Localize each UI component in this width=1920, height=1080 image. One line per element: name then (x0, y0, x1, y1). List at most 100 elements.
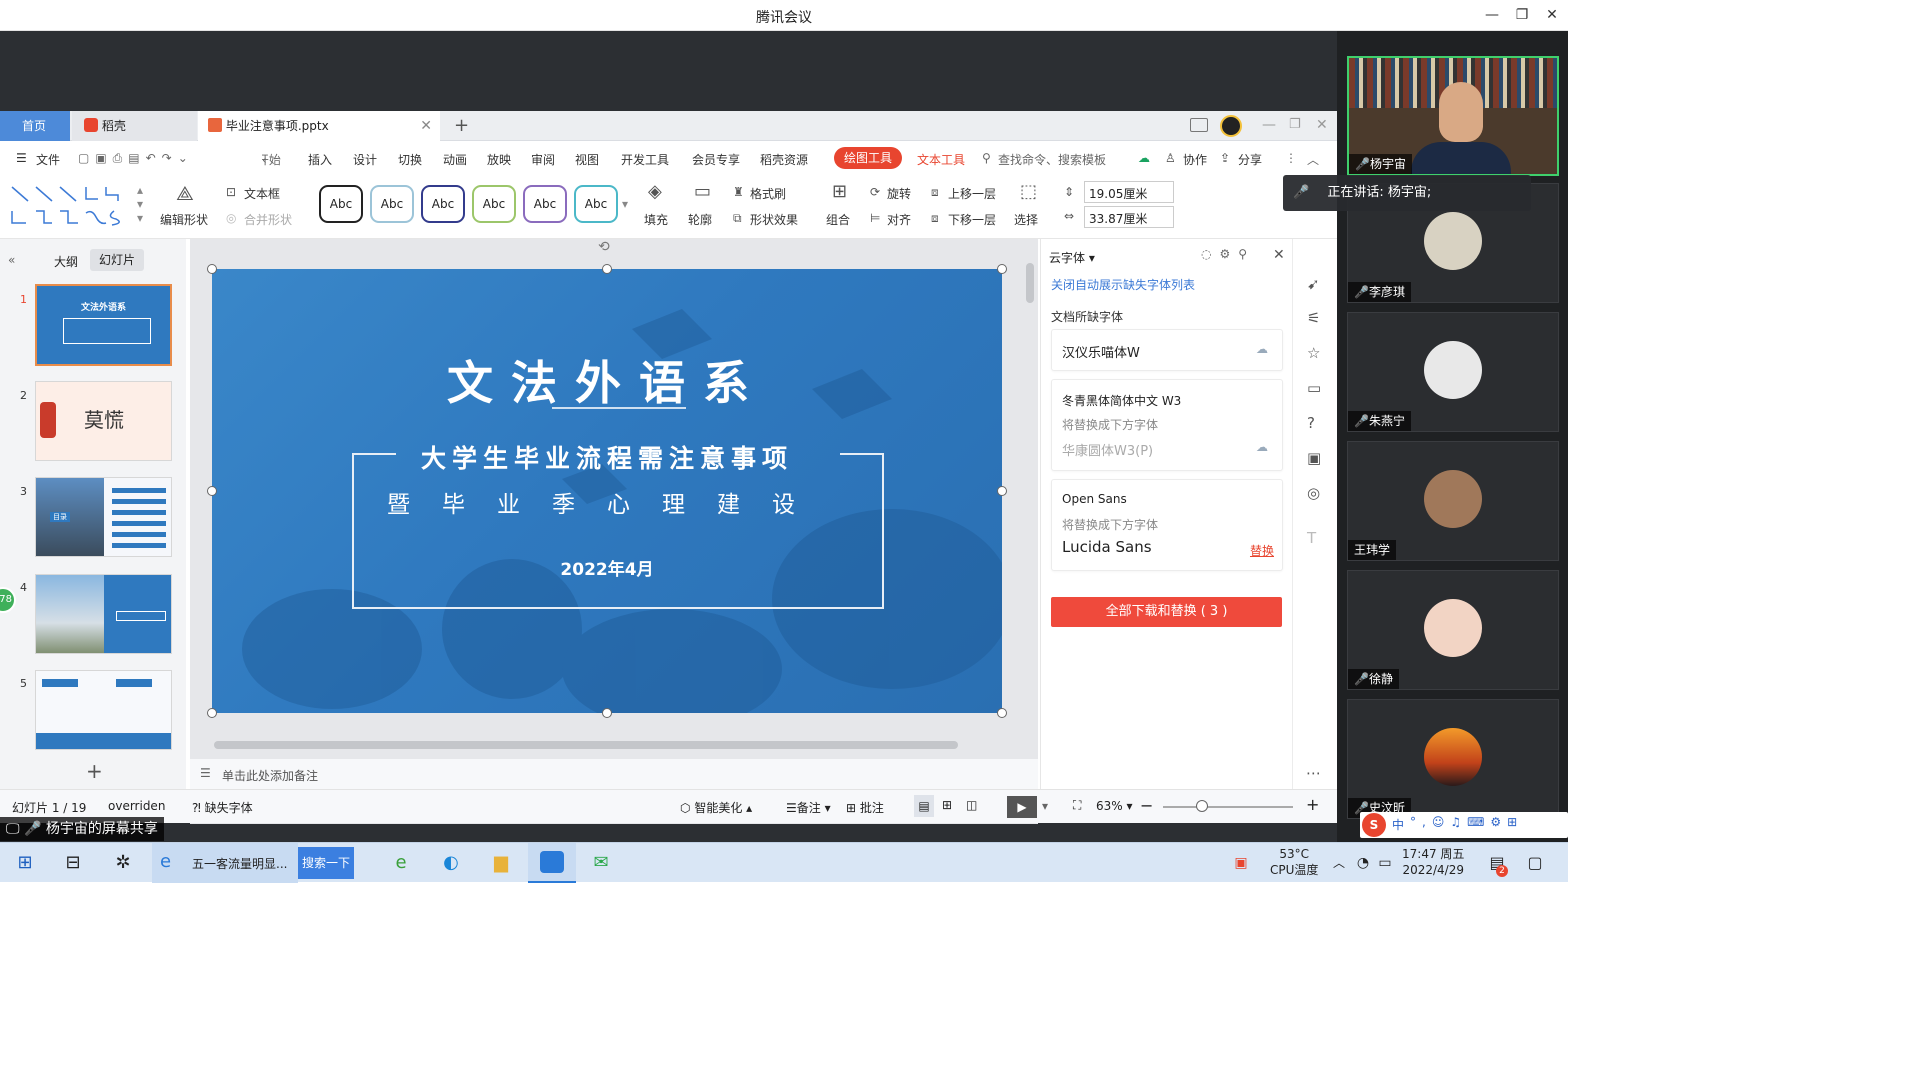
outline-button[interactable]: 轮廓 (688, 211, 712, 228)
notes-toggle[interactable]: ☰备注 ▾ (786, 799, 831, 816)
resize-handle[interactable] (602, 708, 612, 718)
slide-thumb-2[interactable]: 莫慌 (35, 381, 172, 461)
participant-tile-speaker[interactable]: 🎤杨宇宙 (1347, 56, 1559, 176)
collapse-pane-icon[interactable]: « (8, 253, 15, 267)
close-auto-show-link[interactable]: 关闭自动展示缺失字体列表 (1051, 276, 1195, 293)
shape-style-1[interactable]: Abc (319, 185, 363, 223)
cpu-temperature[interactable]: 53°C CPU温度 (1270, 846, 1318, 878)
menu-transition[interactable]: 切换 (398, 151, 422, 168)
zoom-level[interactable]: 63% ▾ (1096, 799, 1133, 813)
shape-style-3[interactable]: Abc (421, 185, 465, 223)
layout-icon[interactable] (1190, 118, 1208, 132)
fit-window-icon[interactable]: ⛶ (1073, 798, 1081, 813)
align-button[interactable]: 对齐 (887, 211, 911, 228)
ime-lang[interactable]: 中 (1392, 816, 1404, 833)
slide-thumb-5[interactable] (35, 670, 172, 750)
shape-effect-button[interactable]: 形状效果 (750, 211, 798, 228)
width-input[interactable]: 33.87厘米 (1084, 206, 1174, 228)
gallery-scroll-icon[interactable]: ▴ ▾ ▾ (137, 183, 143, 225)
shape-style-6[interactable]: Abc (574, 185, 618, 223)
grid-view-icon[interactable]: ⊞ (942, 798, 952, 812)
slide-subtitle-2[interactable]: 暨毕业季心理建设 (212, 485, 1002, 519)
menu-devtools[interactable]: 开发工具 (621, 151, 669, 168)
menu-text-tools[interactable]: 文本工具 (917, 151, 965, 168)
menu-show[interactable]: 放映 (487, 151, 511, 168)
panel-tool-icons[interactable]: ◌⚙⚲ (1201, 247, 1255, 261)
cloud-download-icon[interactable]: ☁ (1256, 440, 1268, 454)
missing-font-card-1[interactable]: 汉仪乐喵体W ☁ (1051, 329, 1283, 371)
text-box-button[interactable]: 文本框 (244, 185, 280, 202)
quick-access-icons[interactable]: ▢▣⎙▤↶↷⌄ (78, 151, 194, 166)
ie-green-icon[interactable]: e (386, 849, 416, 877)
menu-share[interactable]: 分享 (1238, 151, 1262, 168)
shape-style-2[interactable]: Abc (370, 185, 414, 223)
vertical-scrollbar[interactable] (1026, 263, 1034, 303)
panel-close-icon[interactable]: ✕ (1273, 247, 1285, 263)
wps-minimize-icon[interactable]: — (1262, 117, 1276, 133)
rotate-handle-icon[interactable]: ⟲ (598, 239, 610, 255)
play-button[interactable]: ▶ (1007, 796, 1037, 818)
new-tab-button[interactable]: + (450, 111, 474, 141)
collapse-ribbon-icon[interactable]: ︿ (1307, 151, 1319, 168)
slide-subtitle-1[interactable]: 大学生毕业流程需注意事项 (212, 439, 1002, 475)
slide-title[interactable]: 文法外语系 (212, 347, 1002, 413)
replace-link[interactable]: 替换 (1250, 542, 1274, 559)
tencent-meeting-taskbar[interactable] (528, 843, 576, 883)
menu-collab[interactable]: 协作 (1183, 151, 1207, 168)
menu-file[interactable]: 文件 (36, 151, 60, 168)
menu-draw-tools[interactable]: 绘图工具 (834, 147, 902, 169)
select-button[interactable]: 选择 (1014, 211, 1038, 228)
close-tab-icon[interactable]: ✕ (420, 111, 432, 141)
tab-home[interactable]: 首页 (0, 111, 70, 141)
help-icon[interactable]: ? (1307, 414, 1315, 432)
reading-view-icon[interactable]: ◫ (966, 798, 977, 812)
comment-toggle[interactable]: ⊞ 批注 (846, 799, 884, 816)
comment-icon[interactable]: ▭ (1307, 379, 1321, 397)
merge-shape-button[interactable]: 合并形状 (244, 211, 292, 228)
menu-design[interactable]: 设计 (353, 151, 377, 168)
missing-font-card-3[interactable]: Open Sans 将替换成下方字体 Lucida Sans 替换 (1051, 479, 1283, 571)
rotate-button[interactable]: 旋转 (887, 185, 911, 202)
play-options-icon[interactable]: ▾ (1042, 799, 1048, 813)
participant-tile[interactable]: 王玮学 (1347, 441, 1559, 561)
resize-handle[interactable] (207, 486, 217, 496)
group-button[interactable]: 组合 (826, 211, 850, 228)
fill-button[interactable]: 填充 (644, 211, 668, 228)
participant-tile[interactable]: 🎤朱燕宁 (1347, 312, 1559, 432)
cloud-font-header[interactable]: 云字体 ▾ (1049, 249, 1095, 266)
close-button[interactable]: ✕ (1538, 4, 1566, 26)
resize-handle[interactable] (997, 486, 1007, 496)
missing-font-card-2[interactable]: 冬青黑体简体中文 W3 将替换成下方字体 华康圆体W3(P) ☁ (1051, 379, 1283, 471)
more-dots-icon[interactable]: ⋯ (1306, 764, 1321, 782)
zoom-slider-thumb[interactable] (1196, 800, 1208, 812)
text-icon[interactable]: T (1307, 529, 1316, 547)
notes-bar[interactable]: ☰ 单击此处添加备注 (190, 759, 1038, 789)
clock[interactable]: 17:47 周五 2022/4/29 (1402, 846, 1464, 878)
tab-docer[interactable]: 稻壳 (72, 111, 197, 141)
battery-icon[interactable]: ▭ (1370, 849, 1400, 877)
search-button[interactable]: 搜索一下 (298, 847, 354, 879)
avatar[interactable] (1220, 115, 1242, 137)
bring-forward-button[interactable]: 上移一层 (948, 185, 996, 202)
action-center-icon[interactable]: ▢ (1520, 849, 1550, 877)
format-painter-button[interactable]: 格式刷 (750, 185, 786, 202)
restore-button[interactable]: ❐ (1508, 4, 1536, 26)
missing-font-status[interactable]: ⁈ 缺失字体 (192, 799, 253, 816)
slide-thumb-1[interactable]: 文法外语系 (35, 284, 172, 366)
search-command[interactable]: 查找命令、搜索模板 (998, 151, 1106, 168)
ime-toolbar[interactable]: S 中 °,☺♫⌨⚙⊞ (1360, 812, 1568, 838)
zoom-out-icon[interactable]: − (1140, 796, 1153, 815)
location-icon[interactable]: ◎ (1307, 484, 1320, 502)
edge-icon[interactable]: ◐ (436, 849, 466, 877)
resize-handle[interactable] (602, 264, 612, 274)
zoom-in-icon[interactable]: + (1306, 795, 1319, 814)
notes-placeholder[interactable]: 单击此处添加备注 (222, 767, 318, 784)
image-tool-icon[interactable]: ▣ (1307, 449, 1321, 467)
star-icon[interactable]: ☆ (1307, 344, 1320, 362)
slide-1[interactable]: 文法外语系 大学生毕业流程需注意事项 暨毕业季心理建设 2022年4月 (212, 269, 1002, 713)
slide-thumb-4[interactable] (35, 574, 172, 654)
normal-view-icon[interactable]: ▤ (914, 795, 934, 817)
hamburger-icon[interactable]: ☰ (16, 151, 27, 165)
slide-date[interactable]: 2022年4月 (212, 555, 1002, 580)
menu-insert[interactable]: 插入 (308, 151, 332, 168)
